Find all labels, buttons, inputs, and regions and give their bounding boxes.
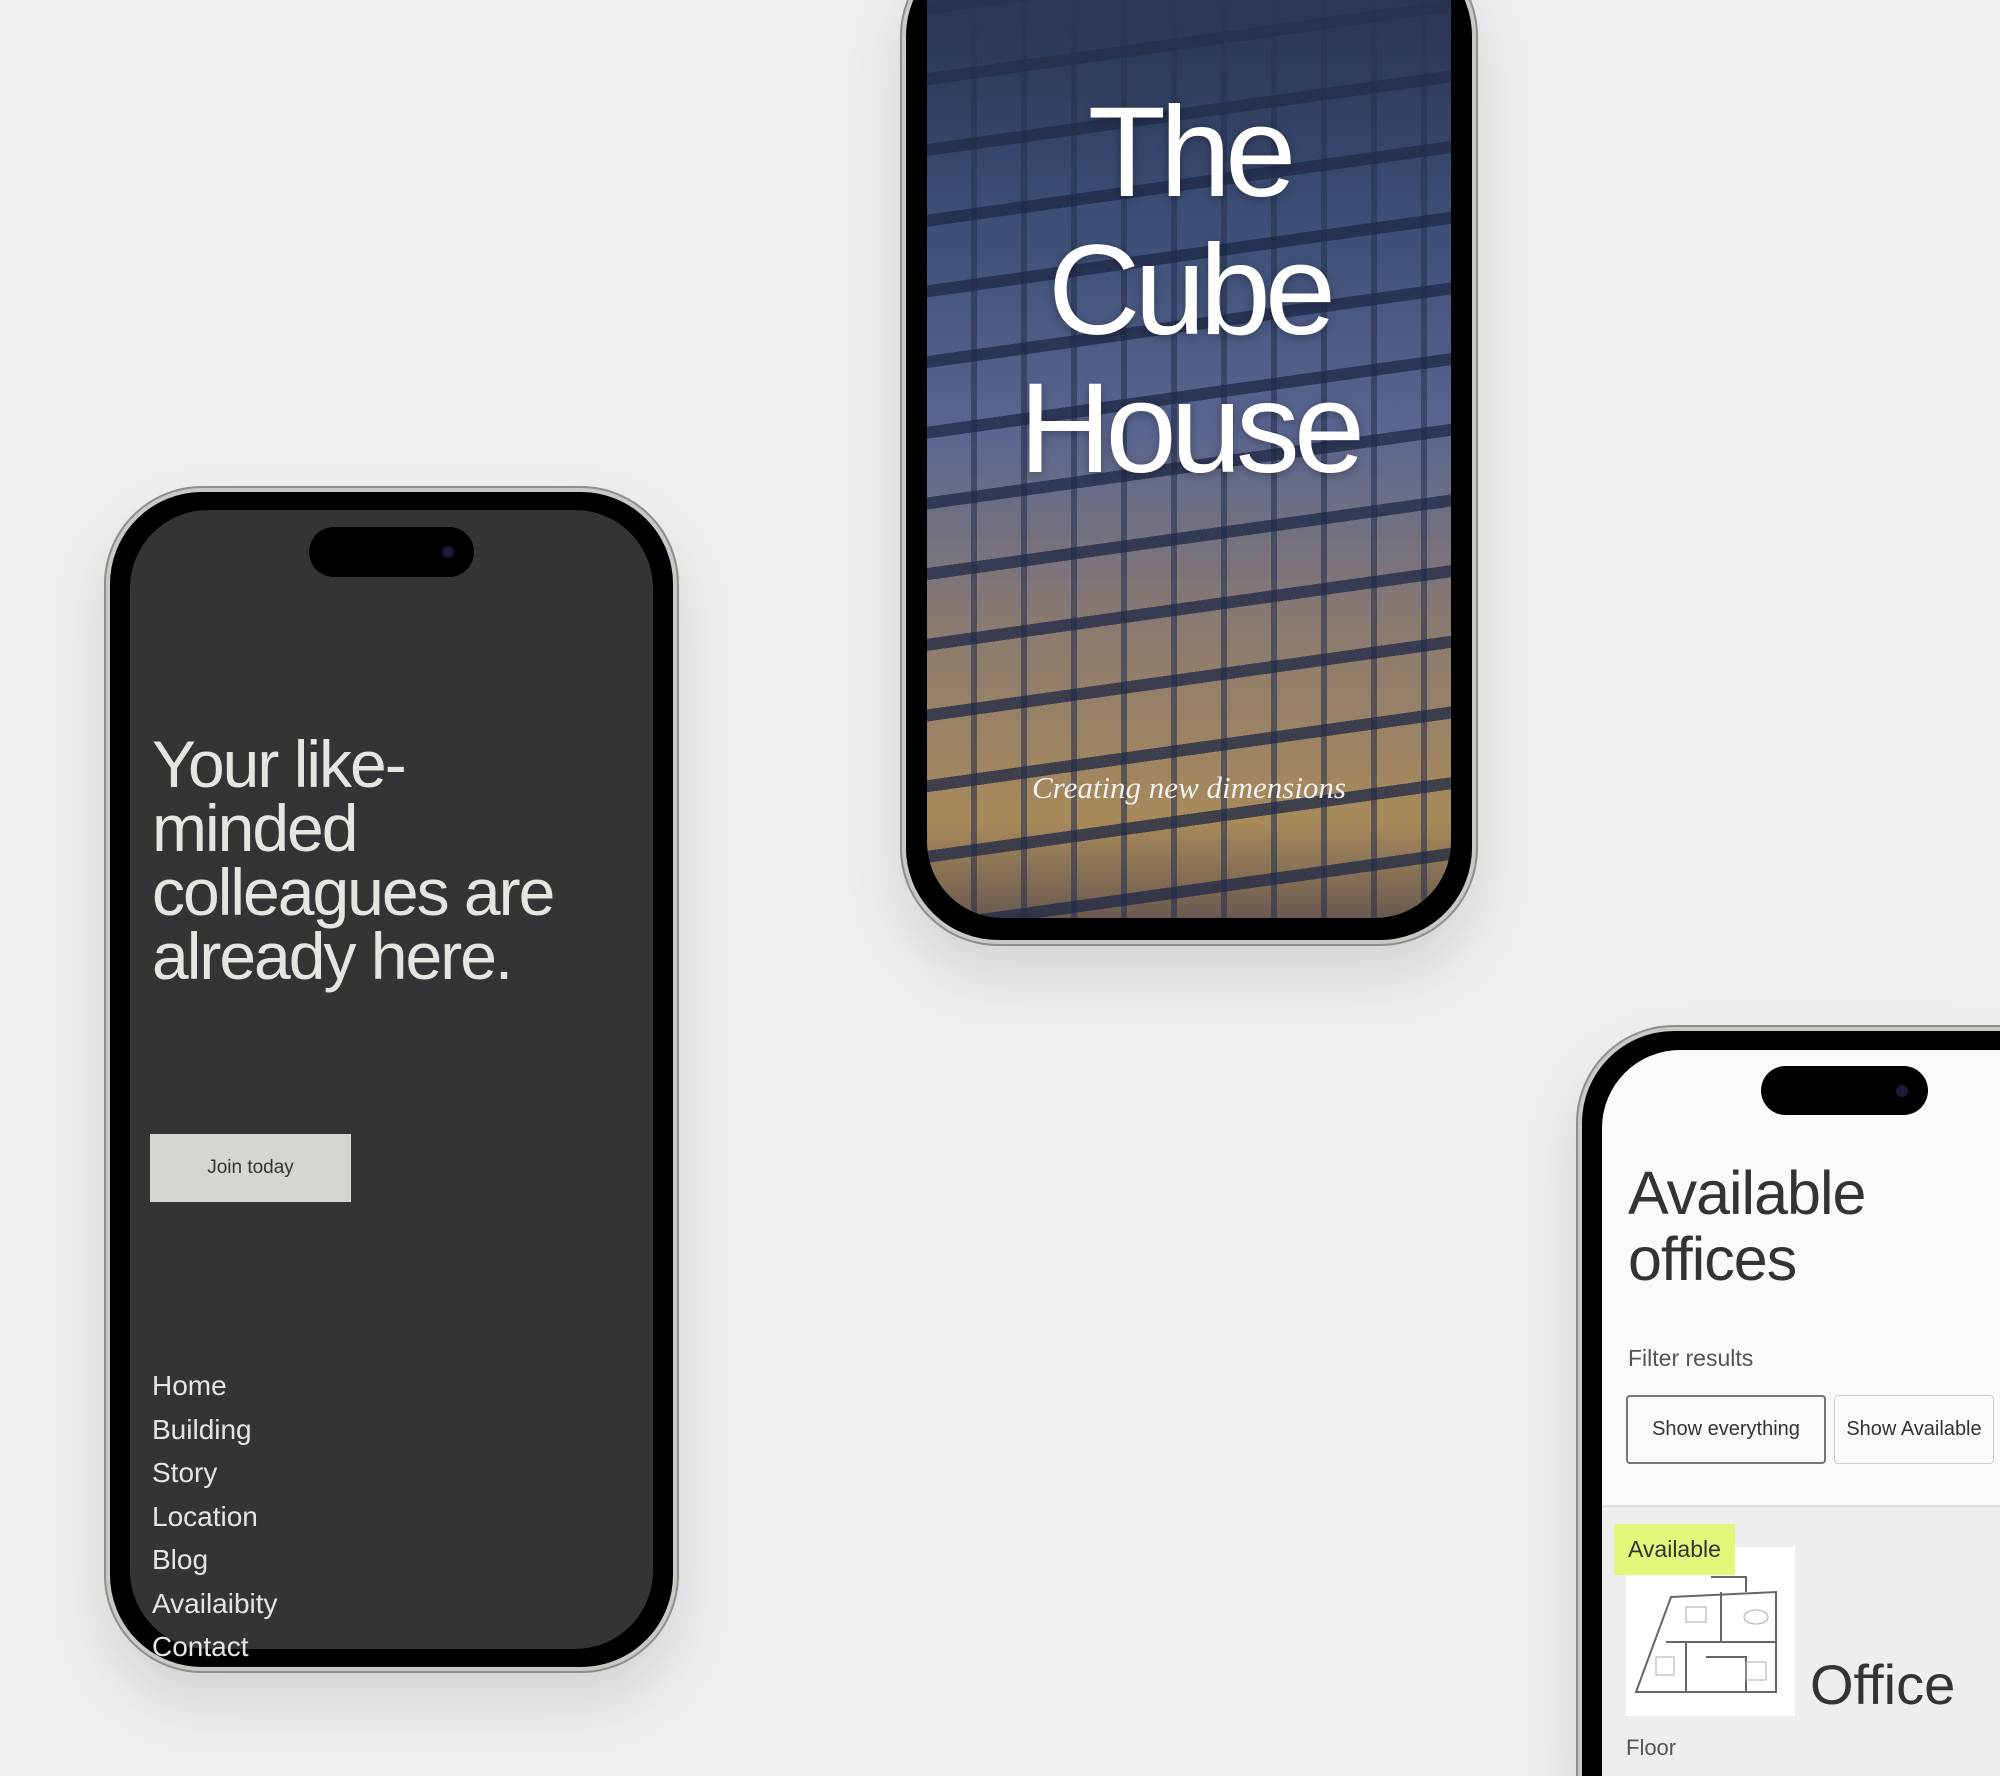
phone-mockup-offices: Available offices Filter results Show ev… [1578,1027,2000,1776]
floor-label: Floor [1626,1735,1677,1760]
title-line: Cube [1048,219,1336,362]
filter-label: Filter results [1628,1345,1754,1371]
hero-screen: The Cube House Creating new dimensions [927,0,1451,918]
dynamic-island [1761,1066,1928,1115]
tagline: Creating new dimensions [1031,770,1346,805]
show-available-button[interactable]: Show Available [1834,1395,1994,1464]
offices-screen: Available offices Filter results Show ev… [1602,1050,2000,1776]
hero-title: The Cube House [927,84,1451,498]
nav-item-story[interactable]: Story [152,1451,278,1495]
nav-item-building[interactable]: Building [152,1408,278,1452]
phone-mockup-hero: The Cube House Creating new dimensions [902,0,1476,944]
dynamic-island [309,527,474,577]
nav-item-availability[interactable]: Availaibity [152,1582,278,1626]
camera-icon [1896,1084,1908,1097]
phone-mockup-menu: Your like-minded colleagues are already … [106,488,677,1671]
join-today-button[interactable]: Join today [150,1134,351,1202]
menu-screen: Your like-minded colleagues are already … [130,510,653,1662]
nav-item-blog[interactable]: Blog [152,1538,278,1582]
camera-icon [442,546,454,558]
headline: Your like-minded colleagues are already … [152,727,555,993]
nav-item-contact[interactable]: Contact [152,1625,278,1669]
nav-item-location[interactable]: Location [152,1495,278,1539]
listing-name: Office [1810,1653,1956,1716]
nav-menu: Home Building Story Location Blog Availa… [152,1364,278,1669]
nav-item-home[interactable]: Home [152,1364,278,1408]
title-line: The [1087,81,1297,224]
office-listing[interactable]: Available Office Floor [1602,1505,2000,1776]
show-everything-button[interactable]: Show everything [1626,1395,1826,1464]
title-line: House [1019,357,1365,500]
status-badge: Available [1614,1524,1735,1575]
page-title: Available offices [1628,1159,1866,1293]
